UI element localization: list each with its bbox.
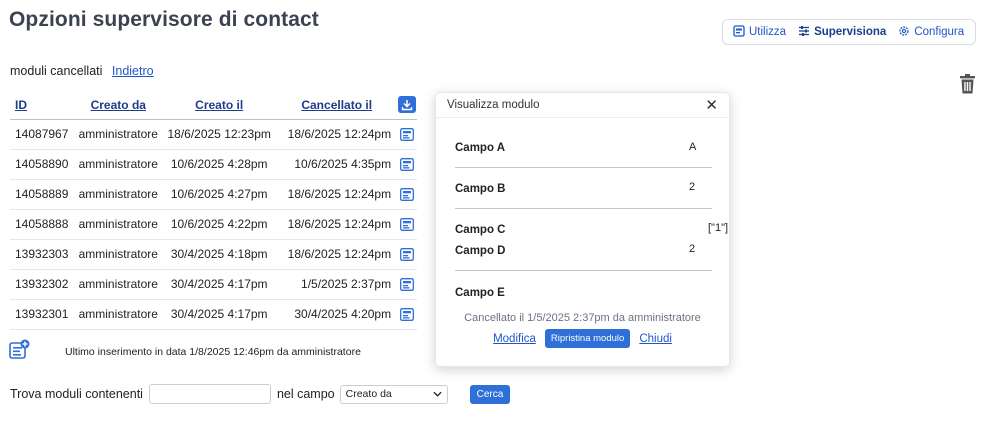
search-input[interactable]: [148, 384, 271, 404]
deleted-forms-table: ID Creato da Creato il Cancellato il 140…: [10, 91, 417, 330]
download-icon[interactable]: [398, 96, 417, 113]
gear-icon: [898, 25, 910, 40]
field-key: Campo C: [455, 224, 506, 236]
field-value: 2: [689, 243, 696, 255]
table-row: 13932303 amministratore 30/4/2025 4:18pm…: [10, 239, 417, 270]
table-header-row: ID Creato da Creato il Cancellato il: [10, 91, 417, 120]
field-key: Campo B: [455, 183, 506, 195]
header-created-by[interactable]: Creato da: [74, 91, 163, 120]
cell-created-at: 30/4/2025 4:18pm: [162, 239, 277, 270]
search-field-select[interactable]: Creato da: [339, 384, 448, 404]
cell-id: 14058888: [10, 209, 75, 240]
table-row: 13932301 amministratore 30/4/2025 4:17pm…: [10, 299, 417, 330]
cell-created-at: 30/4/2025 4:17pm: [162, 299, 277, 330]
cell-created-by: amministratore: [74, 299, 163, 330]
modal-actions: Modifica Ripristina modulo Chiudi: [436, 329, 729, 348]
cell-created-by: amministratore: [74, 179, 163, 210]
cell-deleted-at: 18/6/2025 12:24pm: [276, 239, 398, 270]
edit-link[interactable]: Modifica: [493, 333, 536, 345]
divider: [455, 167, 712, 168]
search-button[interactable]: Cerca: [469, 384, 511, 404]
field-value: ["1"]: [708, 222, 729, 234]
cell-deleted-at: 18/6/2025 12:24pm: [276, 119, 398, 150]
modal-title: Visualizza modulo: [447, 99, 540, 111]
cancel-info: Cancellato il 1/5/2025 2:37pm da amminis…: [464, 312, 701, 324]
cell-deleted-at: 18/6/2025 12:24pm: [276, 179, 398, 210]
form-icon: [733, 24, 745, 40]
cell-created-at: 30/4/2025 4:17pm: [162, 269, 277, 300]
divider: [455, 270, 712, 271]
divider: [455, 208, 712, 209]
view-form-icon[interactable]: [400, 218, 414, 232]
cell-id: 13932301: [10, 299, 75, 330]
search-field-select-value: Creato da: [345, 388, 392, 400]
field-value: A: [689, 141, 697, 153]
cell-created-by: amministratore: [74, 149, 163, 180]
cell-deleted-at: 30/4/2025 4:20pm: [276, 299, 398, 330]
view-form-modal: Visualizza modulo ✕ Campo A A Campo B 2 …: [435, 92, 730, 367]
cell-deleted-at: 18/6/2025 12:24pm: [276, 209, 398, 240]
view-form-icon[interactable]: [400, 248, 414, 262]
field-key: Campo A: [455, 142, 506, 154]
cell-deleted-at: 10/6/2025 4:35pm: [276, 149, 398, 180]
field-value: 2: [689, 181, 696, 193]
trash-icon[interactable]: [959, 74, 976, 94]
table-row: 13932302 amministratore 30/4/2025 4:17pm…: [10, 269, 417, 300]
cell-created-by: amministratore: [74, 269, 163, 300]
cell-id: 13932302: [10, 269, 75, 300]
nav-utilizza[interactable]: Utilizza: [733, 24, 787, 40]
cell-created-by: amministratore: [74, 209, 163, 240]
subheader-text: moduli cancellati: [10, 64, 103, 78]
search-label: Trova moduli contenenti: [10, 387, 143, 401]
nav-utilizza-label: Utilizza: [749, 26, 787, 38]
header-deleted-at[interactable]: Cancellato il: [276, 91, 398, 120]
table-row: 14058888 amministratore 10/6/2025 4:22pm…: [10, 209, 417, 240]
cell-id: 14058889: [10, 179, 75, 210]
cell-id: 14087967: [10, 119, 75, 150]
add-form-icon[interactable]: [9, 339, 30, 360]
top-navigation: Utilizza Supervisiona Configura: [722, 19, 976, 45]
view-form-icon[interactable]: [400, 278, 414, 292]
nav-configura[interactable]: Configura: [898, 25, 964, 40]
back-link[interactable]: Indietro: [112, 64, 154, 78]
modal-header: Visualizza modulo ✕: [436, 93, 729, 118]
page-title: Opzioni supervisore di contact: [9, 8, 319, 31]
last-insert-info: Ultimo inserimento in data 1/8/2025 12:4…: [65, 346, 361, 358]
cell-deleted-at: 1/5/2025 2:37pm: [276, 269, 398, 300]
nav-supervisiona[interactable]: Supervisiona: [798, 25, 886, 40]
header-download: [397, 91, 417, 120]
view-form-icon[interactable]: [400, 128, 414, 142]
restore-button[interactable]: Ripristina modulo: [544, 329, 631, 348]
chevron-down-icon: [433, 388, 442, 400]
close-icon[interactable]: ✕: [705, 96, 718, 114]
search-form: Trova moduli contenenti nel campo Creato…: [10, 384, 511, 404]
cell-id: 14058890: [10, 149, 75, 180]
cell-created-at: 10/6/2025 4:28pm: [162, 149, 277, 180]
subheader: moduli cancellati Indietro: [10, 64, 154, 78]
view-form-icon[interactable]: [400, 308, 414, 322]
field-key: Campo D: [455, 245, 506, 257]
cell-created-at: 10/6/2025 4:27pm: [162, 179, 277, 210]
cell-created-by: amministratore: [74, 119, 163, 150]
view-form-icon[interactable]: [400, 158, 414, 172]
cell-created-at: 18/6/2025 12:23pm: [162, 119, 277, 150]
table-row: 14058890 amministratore 10/6/2025 4:28pm…: [10, 149, 417, 180]
header-created-at[interactable]: Creato il: [162, 91, 277, 120]
nav-supervisiona-label: Supervisiona: [814, 26, 887, 38]
sliders-icon: [798, 25, 810, 40]
table-row: 14087967 amministratore 18/6/2025 12:23p…: [10, 119, 417, 150]
nav-configura-label: Configura: [914, 26, 965, 38]
table-row: 14058889 amministratore 10/6/2025 4:27pm…: [10, 179, 417, 210]
search-field-label: nel campo: [276, 387, 335, 401]
close-link[interactable]: Chiudi: [639, 333, 672, 345]
cell-created-at: 10/6/2025 4:22pm: [162, 209, 277, 240]
header-id[interactable]: ID: [10, 91, 75, 120]
view-form-icon[interactable]: [400, 188, 414, 202]
cell-id: 13932303: [10, 239, 75, 270]
field-key: Campo E: [455, 287, 505, 299]
cell-created-by: amministratore: [74, 239, 163, 270]
